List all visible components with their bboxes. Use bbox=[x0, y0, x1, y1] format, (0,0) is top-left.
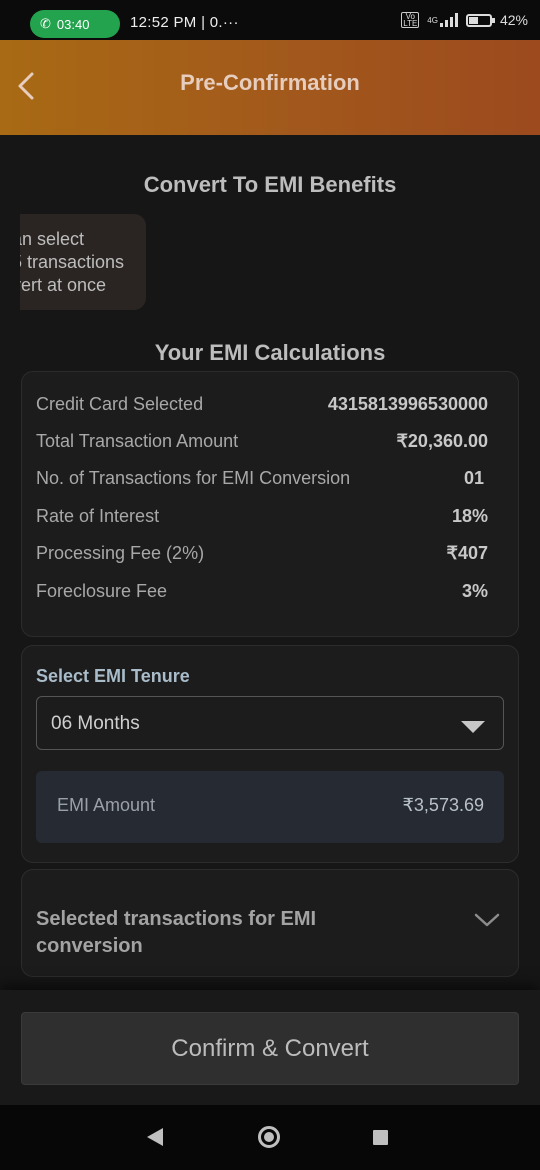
detail-row-interest: Rate of Interest 18% bbox=[36, 506, 488, 527]
detail-label: Processing Fee (2%) bbox=[36, 543, 205, 563]
emi-amount-box: EMI Amount ₹3,573.69 bbox=[36, 771, 504, 843]
confirm-convert-button[interactable]: Confirm & Convert bbox=[21, 1012, 519, 1085]
battery-level: 42% bbox=[499, 12, 528, 28]
selected-transactions-accordion[interactable]: Selected transactions for EMI conversion bbox=[21, 869, 519, 977]
detail-label: Credit Card Selected bbox=[36, 394, 204, 414]
detail-value: ₹20,360.00 bbox=[396, 431, 488, 451]
detail-value: 18% bbox=[451, 506, 488, 526]
app-header: Pre-Confirmation bbox=[0, 40, 540, 135]
emi-calculation-card: Credit Card Selected 4315813996530000 To… bbox=[21, 371, 519, 637]
caret-down-icon bbox=[461, 721, 485, 733]
bottom-action-bar: Confirm & Convert bbox=[0, 990, 540, 1105]
benefit-card[interactable]: an select 5 transactions vert at once bbox=[20, 214, 146, 310]
calculations-title: Your EMI Calculations bbox=[154, 340, 386, 365]
benefits-title: Convert To EMI Benefits bbox=[143, 172, 397, 197]
emi-amount-label: EMI Amount bbox=[57, 795, 156, 815]
status-extra: 0.··· bbox=[209, 14, 239, 31]
tenure-dropdown[interactable]: 06 Months bbox=[36, 696, 504, 750]
emi-amount-value: ₹3,573.69 bbox=[402, 795, 484, 815]
nav-back-icon[interactable] bbox=[147, 1128, 163, 1146]
nav-home-icon[interactable] bbox=[258, 1126, 280, 1148]
tenure-selected-value: 06 Months bbox=[51, 713, 140, 734]
detail-row-processing-fee: Processing Fee (2%) ₹407 bbox=[36, 543, 488, 564]
network-type: 4G bbox=[427, 15, 438, 25]
detail-row-transactions: No. of Transactions for EMI Conversion 0… bbox=[36, 468, 484, 489]
tenure-label: Select EMI Tenure bbox=[36, 666, 190, 686]
nav-recents-icon[interactable] bbox=[373, 1130, 388, 1145]
detail-value: 01 bbox=[463, 468, 484, 488]
volte-icon: Vo LTE bbox=[401, 12, 420, 28]
detail-label: No. of Transactions for EMI Conversion bbox=[36, 468, 351, 488]
detail-value: ₹407 bbox=[446, 543, 488, 563]
signal-icon bbox=[439, 13, 458, 27]
call-timer: 03:40 bbox=[56, 16, 90, 32]
battery-icon bbox=[465, 13, 495, 27]
status-bar: ✆ 03:40 12:52 PM | 0.··· Vo LTE 4G 42% bbox=[0, 0, 540, 40]
detail-row-amount: Total Transaction Amount ₹20,360.00 bbox=[36, 431, 488, 452]
benefit-card-text: an select 5 transactions vert at once bbox=[20, 229, 125, 295]
detail-value: 4315813996530000 bbox=[327, 394, 488, 414]
page-title: Pre-Confirmation bbox=[180, 70, 360, 95]
clock: 12:52 PM bbox=[130, 14, 197, 31]
ongoing-call-indicator[interactable]: ✆ 03:40 bbox=[30, 10, 120, 38]
detail-row-foreclosure-fee: Foreclosure Fee 3% bbox=[36, 581, 488, 602]
phone-icon: ✆ bbox=[40, 16, 51, 31]
detail-label: Rate of Interest bbox=[36, 506, 160, 526]
detail-value: 3% bbox=[461, 581, 488, 601]
selected-transactions-label: Selected transactions for EMI conversion bbox=[36, 908, 317, 957]
system-nav-bar bbox=[0, 1105, 540, 1170]
tenure-card: Select EMI Tenure 06 Months EMI Amount ₹… bbox=[21, 645, 519, 863]
detail-label: Total Transaction Amount bbox=[36, 431, 239, 451]
chevron-down-icon[interactable] bbox=[474, 912, 500, 928]
detail-row-card: Credit Card Selected 4315813996530000 bbox=[36, 394, 488, 415]
detail-label: Foreclosure Fee bbox=[36, 581, 168, 601]
